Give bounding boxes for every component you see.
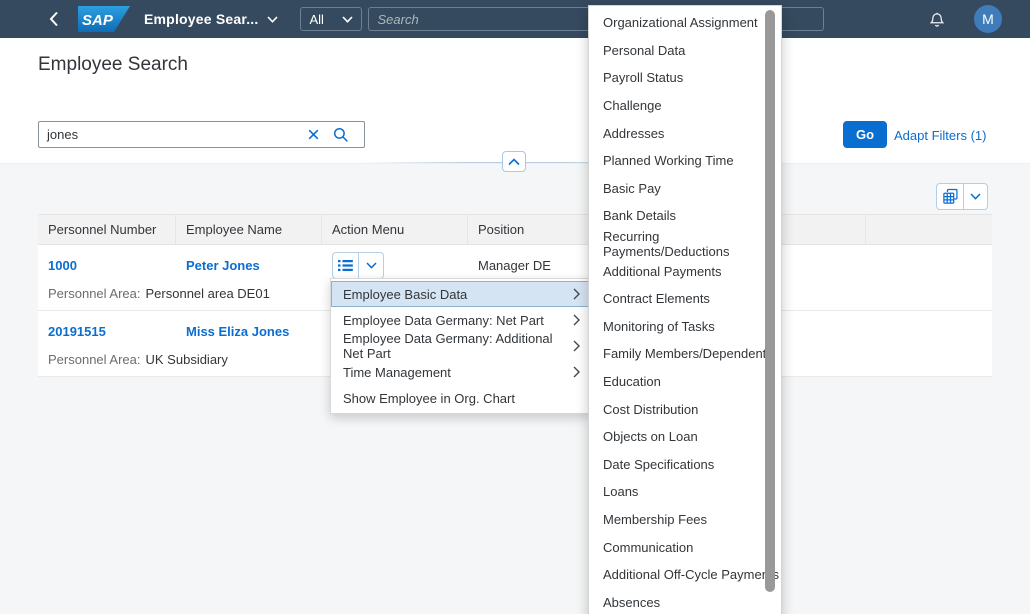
notifications-button[interactable] bbox=[928, 10, 946, 29]
chevron-down-icon bbox=[366, 262, 377, 269]
employee-search-value: jones bbox=[47, 127, 301, 142]
adapt-filters-link[interactable]: Adapt Filters (1) bbox=[894, 128, 986, 143]
submenu-chevron-right-icon bbox=[573, 314, 580, 326]
action-menu-list-icon bbox=[338, 259, 353, 272]
column-header-action-menu[interactable]: Action Menu bbox=[322, 215, 468, 244]
submenu-item-monitoring-of-tasks[interactable]: Monitoring of Tasks bbox=[589, 313, 781, 341]
employee-name-link[interactable]: Peter Jones bbox=[186, 258, 260, 273]
personnel-area-value: UK Subsidiary bbox=[146, 352, 228, 367]
bell-icon bbox=[928, 10, 946, 29]
submenu-item-objects-on-loan[interactable]: Objects on Loan bbox=[589, 423, 781, 451]
chevron-down-icon bbox=[342, 16, 353, 23]
employee-basic-data-submenu: Organizational Assignment Personal Data … bbox=[588, 5, 782, 614]
submenu-item-communication[interactable]: Communication bbox=[589, 533, 781, 561]
menu-item-label: Show Employee in Org. Chart bbox=[343, 391, 580, 406]
submenu-item-personal-data[interactable]: Personal Data bbox=[589, 37, 781, 65]
search-scope-value: All bbox=[309, 12, 323, 27]
menu-item-employee-data-germany-additional-net-part[interactable]: Employee Data Germany: Additional Net Pa… bbox=[331, 333, 590, 359]
page-title: Employee Search bbox=[38, 54, 188, 76]
submenu-item-payroll-status[interactable]: Payroll Status bbox=[589, 64, 781, 92]
export-split-button bbox=[936, 183, 988, 210]
menu-item-label: Employee Basic Data bbox=[343, 287, 573, 302]
submenu-item-planned-working-time[interactable]: Planned Working Time bbox=[589, 147, 781, 175]
action-menu-button[interactable] bbox=[333, 253, 359, 278]
menu-item-label: Time Management bbox=[343, 365, 573, 380]
chevron-down-icon bbox=[267, 16, 278, 23]
menu-item-label: Employee Data Germany: Additional Net Pa… bbox=[343, 331, 573, 361]
go-button[interactable]: Go bbox=[843, 121, 887, 148]
shell-search-placeholder: Search bbox=[377, 12, 418, 27]
menu-item-show-employee-in-org-chart[interactable]: Show Employee in Org. Chart bbox=[331, 385, 590, 411]
submenu-item-education[interactable]: Education bbox=[589, 368, 781, 396]
submenu-chevron-right-icon bbox=[573, 288, 580, 300]
submenu-item-organizational-assignment[interactable]: Organizational Assignment bbox=[589, 9, 781, 37]
back-button[interactable] bbox=[46, 11, 62, 27]
submenu-item-basic-pay[interactable]: Basic Pay bbox=[589, 175, 781, 203]
app-window: SAP Employee Sear... All Search M Employ… bbox=[0, 0, 1030, 614]
chevron-down-icon bbox=[970, 193, 981, 200]
search-scope-select[interactable]: All bbox=[300, 7, 362, 31]
submenu-item-family-members-dependents[interactable]: Family Members/Dependents bbox=[589, 340, 781, 368]
run-search-button[interactable] bbox=[326, 122, 356, 147]
submenu-item-membership-fees[interactable]: Membership Fees bbox=[589, 506, 781, 534]
copy-table-button[interactable] bbox=[937, 184, 964, 209]
submenu-item-date-specifications[interactable]: Date Specifications bbox=[589, 451, 781, 479]
app-title: Employee Sear... bbox=[144, 11, 258, 27]
action-menu-split-button bbox=[332, 252, 384, 279]
shell-right-group: M bbox=[928, 0, 1030, 38]
submenu-item-additional-off-cycle-payments[interactable]: Additional Off-Cycle Payments bbox=[589, 561, 781, 589]
submenu-item-additional-payments[interactable]: Additional Payments bbox=[589, 257, 781, 285]
avatar-initial: M bbox=[982, 11, 994, 27]
menu-item-employee-basic-data[interactable]: Employee Basic Data bbox=[331, 281, 590, 307]
go-label: Go bbox=[856, 127, 874, 142]
app-title-menu[interactable]: Employee Sear... bbox=[144, 11, 278, 27]
employee-name-link[interactable]: Miss Eliza Jones bbox=[186, 324, 289, 339]
employee-search-input[interactable]: jones bbox=[38, 121, 365, 148]
submenu-item-absences[interactable]: Absences bbox=[589, 588, 781, 614]
clear-x-icon bbox=[308, 129, 319, 140]
personnel-number-link[interactable]: 20191515 bbox=[48, 324, 106, 339]
menu-item-label: Employee Data Germany: Net Part bbox=[343, 313, 573, 328]
submenu-item-cost-distribution[interactable]: Cost Distribution bbox=[589, 395, 781, 423]
svg-text:SAP: SAP bbox=[82, 12, 114, 29]
avatar[interactable]: M bbox=[974, 5, 1002, 33]
action-menu-arrow-button[interactable] bbox=[359, 253, 383, 278]
submenu-item-challenge[interactable]: Challenge bbox=[589, 92, 781, 120]
personnel-area-label: Personnel Area: bbox=[48, 286, 141, 301]
export-menu-arrow-button[interactable] bbox=[964, 184, 987, 209]
submenu-chevron-right-icon bbox=[573, 366, 580, 378]
copy-table-icon bbox=[942, 188, 959, 205]
menu-item-time-management[interactable]: Time Management bbox=[331, 359, 590, 385]
collapse-filter-bar-button[interactable] bbox=[502, 151, 526, 172]
submenu-item-addresses[interactable]: Addresses bbox=[589, 119, 781, 147]
action-context-menu: Employee Basic Data Employee Data German… bbox=[330, 278, 591, 414]
column-header-personnel-number[interactable]: Personnel Number bbox=[38, 215, 176, 244]
collapse-chevron-up-icon bbox=[508, 158, 520, 166]
submenu-chevron-right-icon bbox=[573, 340, 580, 352]
menu-item-employee-data-germany-net-part[interactable]: Employee Data Germany: Net Part bbox=[331, 307, 590, 333]
personnel-area-value: Personnel area DE01 bbox=[146, 286, 270, 301]
personnel-number-link[interactable]: 1000 bbox=[48, 258, 77, 273]
sap-logo: SAP bbox=[78, 6, 130, 32]
search-icon bbox=[333, 127, 349, 143]
personnel-area-label: Personnel Area: bbox=[48, 352, 141, 367]
shell-bar: SAP Employee Sear... All Search M bbox=[0, 0, 1030, 38]
submenu-scrollbar-thumb[interactable] bbox=[765, 10, 775, 592]
submenu-item-loans[interactable]: Loans bbox=[589, 478, 781, 506]
submenu-item-bank-details[interactable]: Bank Details bbox=[589, 202, 781, 230]
submenu-item-contract-elements[interactable]: Contract Elements bbox=[589, 285, 781, 313]
clear-search-button[interactable] bbox=[301, 122, 326, 147]
column-header-employee-name[interactable]: Employee Name bbox=[176, 215, 322, 244]
back-chevron-icon bbox=[49, 11, 59, 27]
table-header-row: Personnel Number Employee Name Action Me… bbox=[38, 214, 992, 245]
column-header-empty bbox=[866, 215, 992, 244]
submenu-item-recurring-payments-deductions[interactable]: Recurring Payments/Deductions bbox=[589, 230, 781, 258]
position-value: Manager DE bbox=[478, 258, 551, 273]
